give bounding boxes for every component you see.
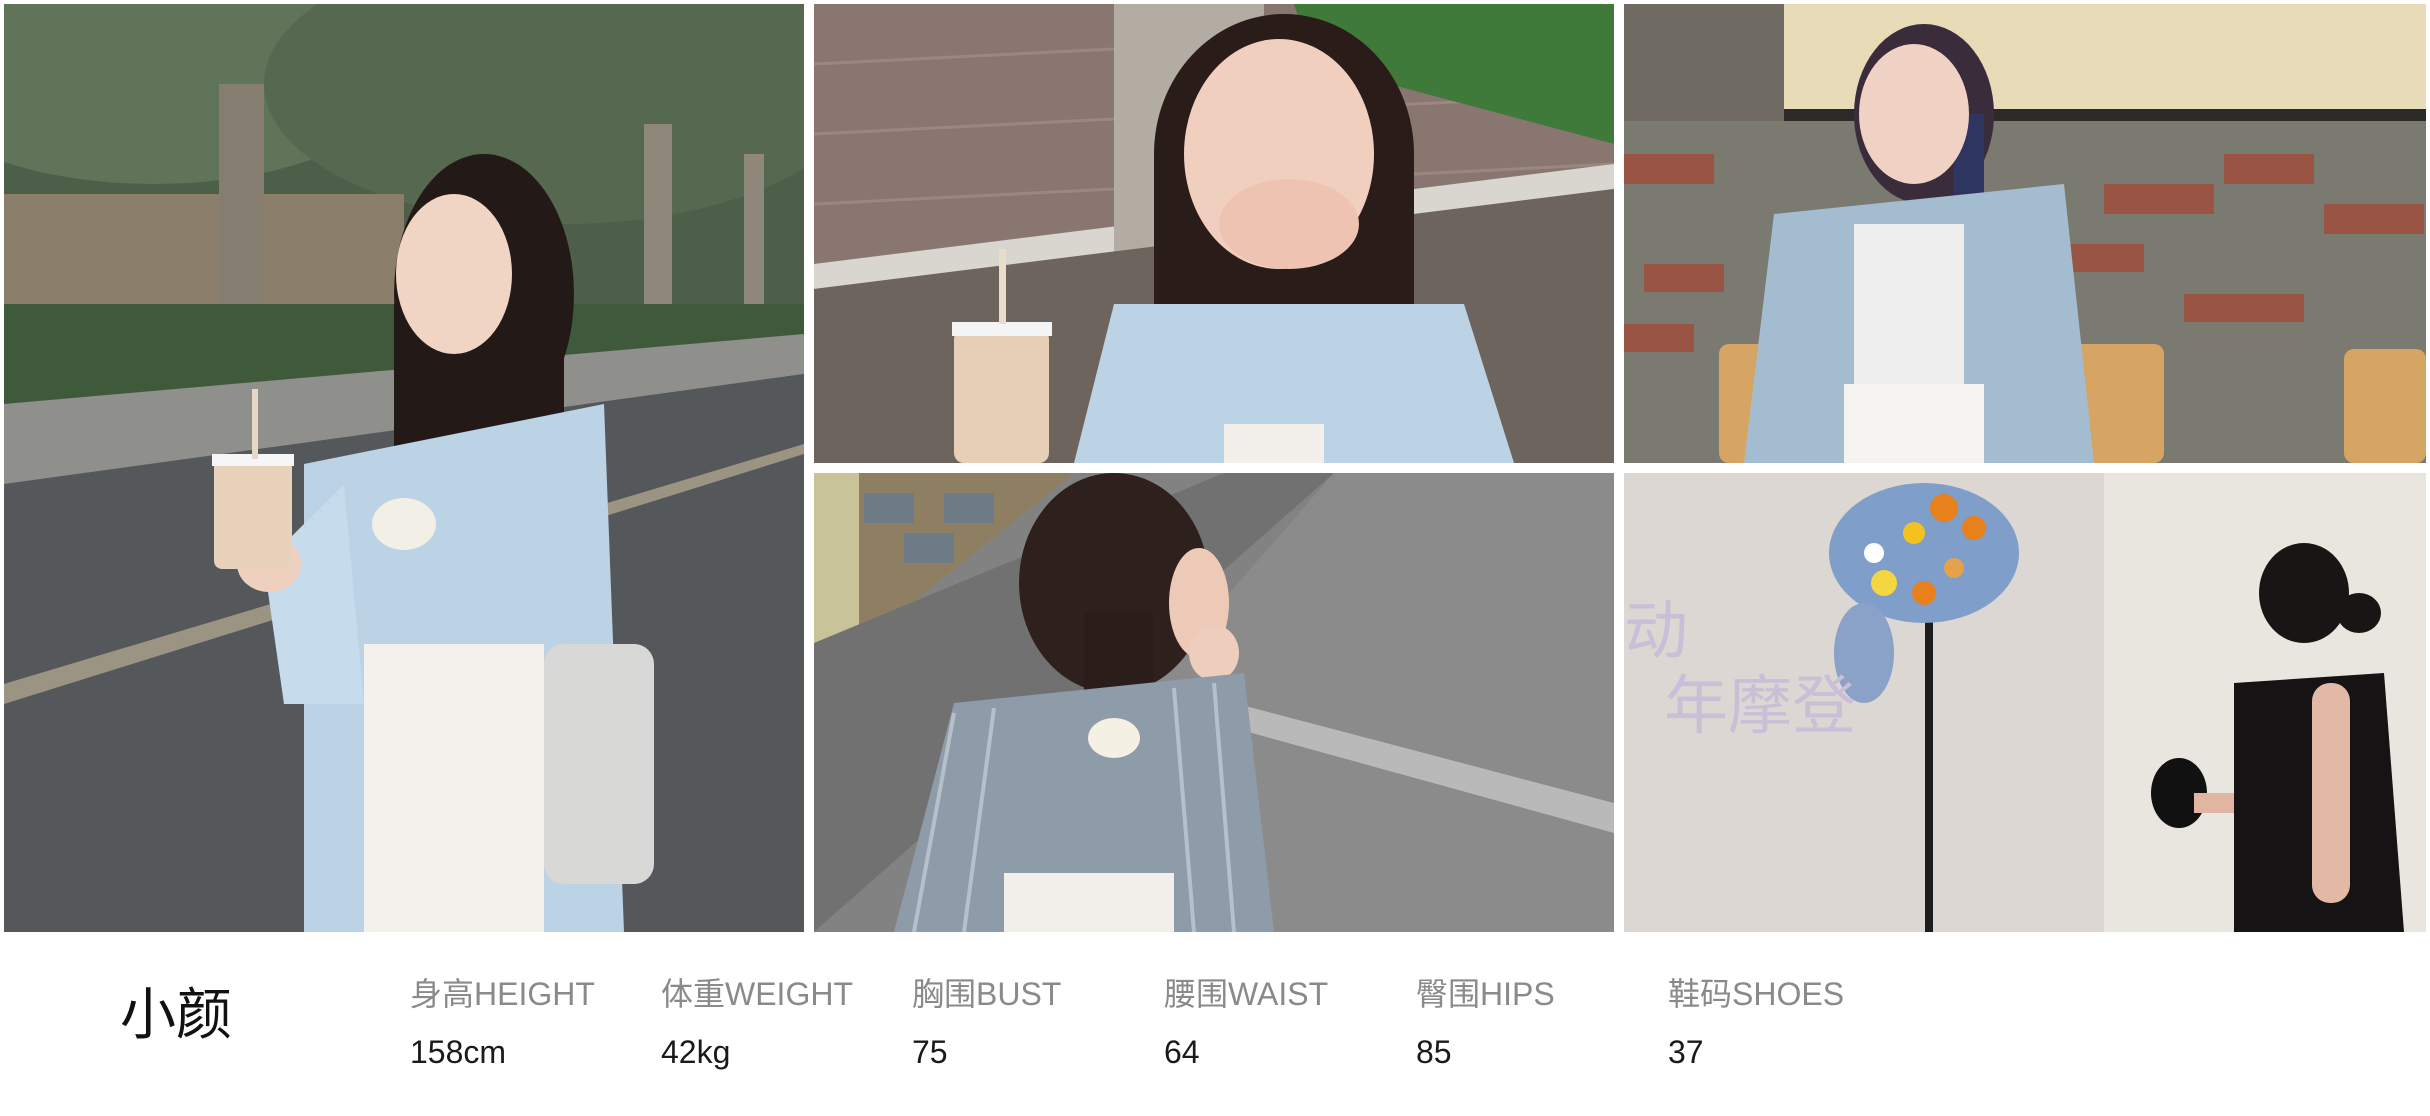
model-photo-crouching	[814, 473, 1614, 932]
stat-value: 64	[1164, 1034, 1200, 1070]
stat-label: 腰围WAIST	[1164, 976, 1329, 1012]
stat-height: 身高HEIGHT 158cm	[410, 978, 595, 1068]
model-photo-exhibition: 动 年摩登	[1624, 473, 2426, 932]
stat-bust: 胸围BUST 75	[912, 978, 1061, 1068]
stat-value: 42kg	[661, 1034, 731, 1070]
stat-shoes: 鞋码SHOES 37	[1668, 978, 1844, 1068]
stat-label: 身高HEIGHT	[410, 976, 595, 1012]
model-photo-road	[4, 4, 804, 932]
stat-value: 158cm	[410, 1034, 507, 1070]
stat-value: 37	[1668, 1034, 1704, 1070]
wall-sign-text: 年摩登	[1664, 670, 1856, 744]
model-photo-cafe-wall	[1624, 4, 2426, 463]
model-info-bar: 小颜 身高HEIGHT 158cm 体重WEIGHT 42kg 胸围BUST 7…	[0, 932, 2430, 1116]
stat-value: 85	[1416, 1034, 1452, 1070]
stat-label: 胸围BUST	[912, 976, 1062, 1012]
model-photo-laughing	[814, 4, 1614, 463]
stat-weight: 体重WEIGHT 42kg	[661, 978, 853, 1068]
stat-waist: 腰围WAIST 64	[1164, 978, 1328, 1068]
stat-label: 体重WEIGHT	[661, 976, 853, 1012]
stat-value: 75	[912, 1034, 948, 1070]
stat-label: 臀围HIPS	[1416, 976, 1555, 1012]
wall-sign-char: 动	[1624, 595, 1688, 669]
stat-label: 鞋码SHOES	[1668, 976, 1845, 1012]
model-name: 小颜	[120, 983, 232, 1048]
stat-hips: 臀围HIPS 85	[1416, 978, 1555, 1068]
